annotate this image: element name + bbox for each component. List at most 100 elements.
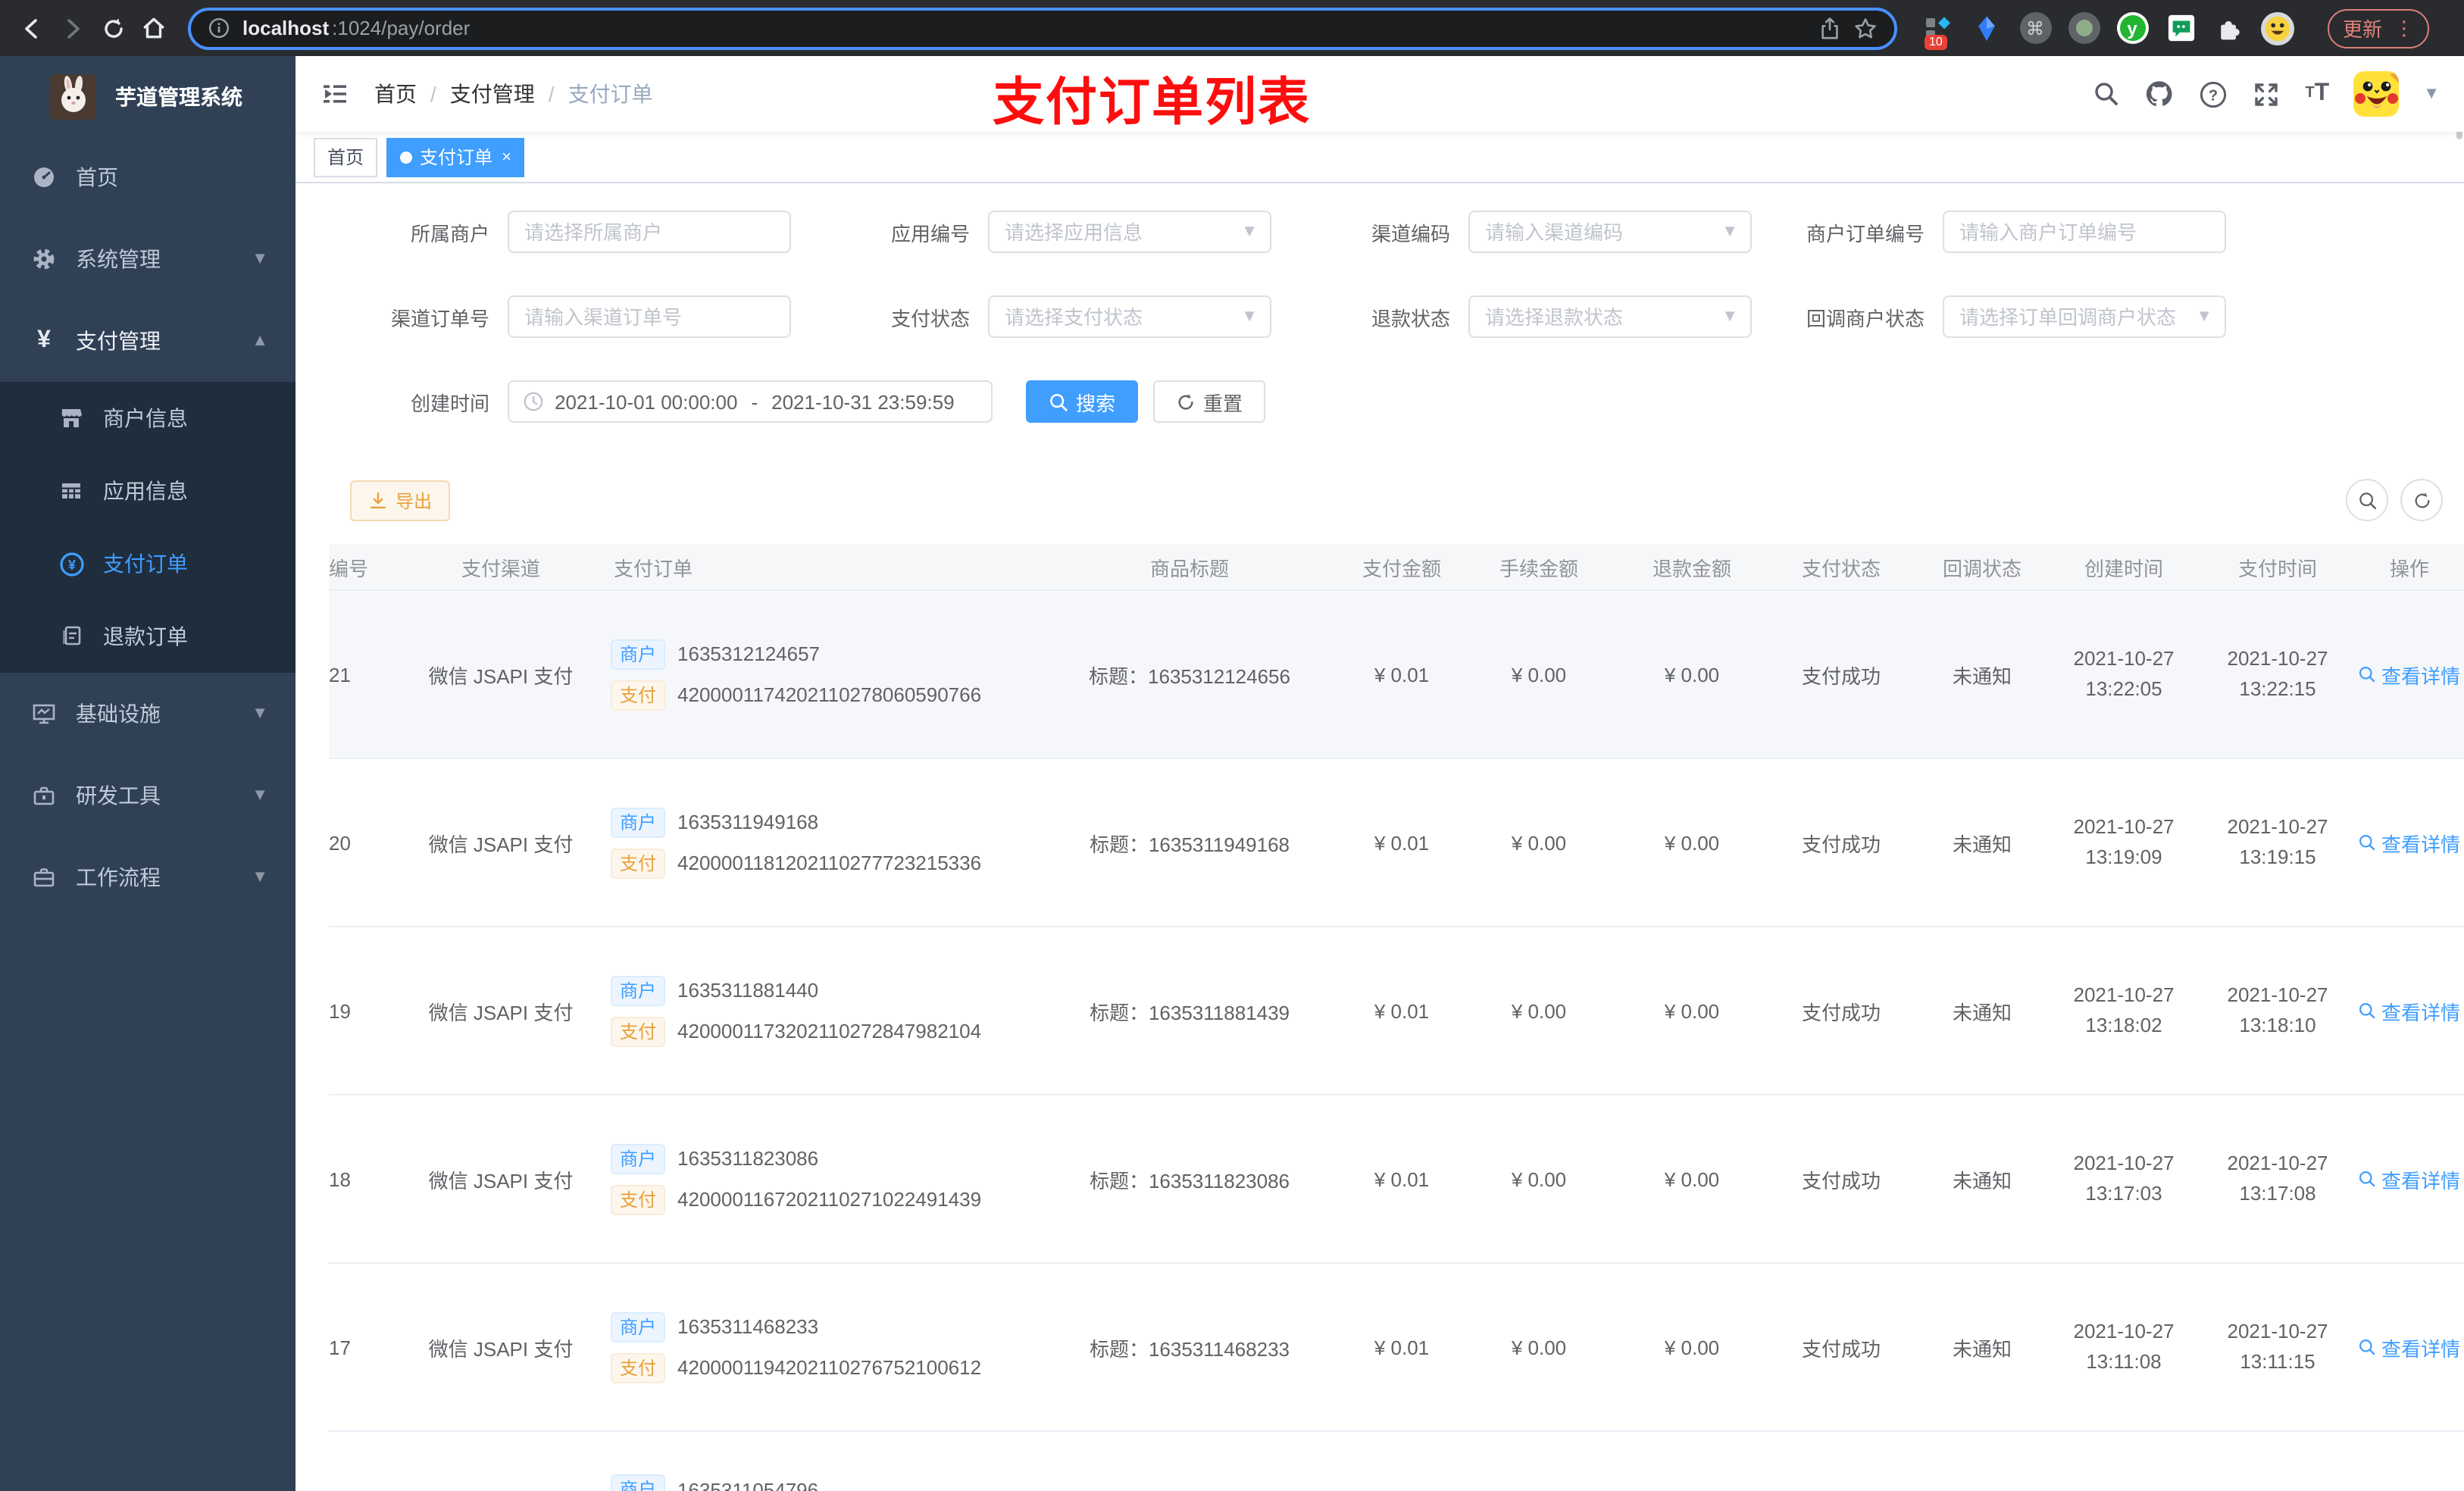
browser-forward-button[interactable] <box>53 9 91 47</box>
breadcrumb-home[interactable]: 首页 <box>374 79 417 109</box>
channel-code-filter-select[interactable] <box>1468 211 1752 253</box>
fullscreen-button[interactable] <box>2252 80 2281 108</box>
view-detail-link[interactable]: 查看详情 <box>2359 828 2460 857</box>
home-icon <box>143 17 164 39</box>
merchant-tag: 商户 <box>611 807 666 837</box>
notify-status-select[interactable] <box>1943 295 2226 338</box>
refund-status-select[interactable] <box>1468 295 1752 338</box>
font-size-button[interactable]: TT <box>2305 81 2329 106</box>
extensions-area: 10 ⌘ y 更新 ⋮ <box>1921 8 2430 49</box>
sidebar-item-pay-order[interactable]: ¥ 支付订单 <box>0 527 295 600</box>
show-search-toggle-button[interactable] <box>2346 479 2388 521</box>
reload-icon <box>104 17 122 37</box>
sidebar-item-refund-order[interactable]: 退款订单 <box>0 600 295 673</box>
date-range-end: 2021-10-31 23:59:59 <box>771 390 955 413</box>
view-detail-link[interactable]: 查看详情 <box>2359 996 2460 1025</box>
filter-merchant-order-no: 商户订单编号 <box>1776 211 2226 253</box>
merchant-filter-input[interactable] <box>508 211 791 253</box>
table-row[interactable]: 18 微信 JSAPI 支付 商户 1635311823086 支付 4200001… <box>329 1096 2464 1264</box>
column-header-title: 商品标题 <box>1149 557 1229 580</box>
channel-pay-no: 4200001194202110276752100612 <box>677 1356 982 1379</box>
sidebar-item-workflow[interactable]: 工作流程 ▼ <box>0 836 295 918</box>
pay-tag: 支付 <box>611 1016 666 1046</box>
url-bar[interactable]: localhost :1024/pay/order <box>188 7 1897 49</box>
sidebar-item-merchant-info[interactable]: 商户信息 <box>0 382 295 455</box>
merchant-tag: 商户 <box>611 639 666 669</box>
sidebar-item-label: 支付管理 <box>76 329 161 353</box>
table-row-partial[interactable]: 商户 1635311054796 <box>329 1432 2464 1491</box>
tag-home[interactable]: 首页 <box>314 137 378 177</box>
app-filter-select[interactable] <box>988 211 1271 253</box>
browser-home-button[interactable] <box>135 9 173 47</box>
merchant-tag: 商户 <box>611 975 666 1005</box>
payment-submenu: 商户信息 应用信息 ¥ 支付订单 退款订单 <box>0 382 295 673</box>
extension-y-icon[interactable]: y <box>2115 11 2149 45</box>
extension-command-icon[interactable]: ⌘ <box>2018 11 2052 45</box>
sidebar: 芋道管理系统 首页 系统管理 ▼ ¥ 支付管理 ▲ 商户信息 应用信息 ¥ 支付… <box>0 56 295 1491</box>
breadcrumb-separator: / <box>430 82 436 106</box>
cell-create-time: 2021-10-27 13:18:02 <box>2073 983 2175 1036</box>
tag-label: 支付订单 <box>420 147 493 168</box>
sidebar-item-label: 系统管理 <box>76 247 161 271</box>
cell-action: 查看详情 <box>2356 1333 2462 1361</box>
extensions-puzzle-icon[interactable] <box>2212 11 2246 45</box>
channel-order-no-input[interactable] <box>508 295 791 338</box>
avatar-caret-down-icon[interactable]: ▼ <box>2423 85 2440 103</box>
filter-label: 支付状态 <box>890 307 970 330</box>
header-search-button[interactable] <box>2093 80 2120 108</box>
sidebar-toggle-button[interactable] <box>320 79 350 109</box>
breadcrumb-current: 支付订单 <box>568 82 653 106</box>
filter-app: 应用编号 ▼ <box>852 211 1271 253</box>
table-row[interactable]: 20 微信 JSAPI 支付 商户 1635311949168 支付 4200001… <box>329 759 2464 927</box>
browser-back-button[interactable] <box>12 9 50 47</box>
table-row[interactable]: 21 微信 JSAPI 支付 商户 1635312124657 支付 4200001… <box>329 591 2464 759</box>
sidebar-item-dev-tools[interactable]: 研发工具 ▼ <box>0 755 295 836</box>
yen-icon: ¥ <box>37 327 51 353</box>
export-button[interactable]: 导出 <box>350 480 451 520</box>
help-button[interactable]: ? <box>2199 80 2228 108</box>
refresh-table-button[interactable] <box>2400 479 2443 521</box>
browser-menu-dots-icon[interactable]: ⋮ <box>2394 16 2414 40</box>
github-link-button[interactable] <box>2144 79 2175 109</box>
extension-camera-icon[interactable] <box>2067 11 2100 45</box>
sidebar-item-app-info[interactable]: 应用信息 <box>0 455 295 527</box>
cell-fee: ¥ 0.00 <box>1511 663 1567 686</box>
extension-chat-icon[interactable] <box>2164 11 2197 45</box>
sidebar-item-label: 退款订单 <box>103 624 188 649</box>
y-glyph: y <box>2116 12 2148 44</box>
tag-pay-order[interactable]: 支付订单 × <box>386 137 525 177</box>
pay-status-select[interactable] <box>988 295 1271 338</box>
cell-notify: 未通知 <box>1952 664 2012 687</box>
site-info-icon[interactable] <box>208 17 230 39</box>
merchant-order-no-input[interactable] <box>1943 211 2226 253</box>
view-detail-link[interactable]: 查看详情 <box>2359 1333 2460 1361</box>
date-range-start: 2021-10-01 00:00:00 <box>555 390 738 413</box>
view-detail-link[interactable]: 查看详情 <box>2359 660 2460 689</box>
tag-close-icon[interactable]: × <box>502 148 511 166</box>
extension-kite-icon[interactable] <box>1970 11 2003 45</box>
breadcrumb-section[interactable]: 支付管理 <box>450 79 535 109</box>
extension-badge: 10 <box>1925 34 1947 49</box>
bookmark-star-icon[interactable] <box>1853 16 1878 40</box>
sidebar-item-system[interactable]: 系统管理 ▼ <box>0 218 295 300</box>
user-avatar[interactable] <box>2353 71 2400 117</box>
sidebar-logo[interactable]: 芋道管理系统 <box>0 56 295 136</box>
table-row[interactable]: 17 微信 JSAPI 支付 商户 1635311468233 支付 4200001… <box>329 1264 2464 1432</box>
cell-pay-order: 商户 1635311949168 支付 4200001181202110277723… <box>611 796 1037 889</box>
search-button[interactable]: 搜索 <box>1026 380 1139 423</box>
reset-button[interactable]: 重置 <box>1153 380 1266 423</box>
svg-text:¥: ¥ <box>67 557 75 572</box>
share-icon[interactable] <box>1818 16 1841 40</box>
sidebar-item-infrastructure[interactable]: 基础设施 ▼ <box>0 673 295 755</box>
date-range-picker[interactable]: 2021-10-01 00:00:00 - 2021-10-31 23:59:5… <box>508 380 993 423</box>
sidebar-item-home[interactable]: 首页 <box>0 136 295 218</box>
cell-refund: ¥ 0.00 <box>1664 999 1720 1022</box>
table-row[interactable]: 19 微信 JSAPI 支付 商户 1635311881440 支付 4200001… <box>329 927 2464 1096</box>
view-detail-link[interactable]: 查看详情 <box>2359 1164 2460 1193</box>
profile-emoji-avatar[interactable] <box>2261 11 2294 45</box>
browser-reload-button[interactable] <box>94 9 132 47</box>
browser-update-button[interactable]: 更新 ⋮ <box>2328 8 2430 48</box>
extension-blocks-icon[interactable]: 10 <box>1921 11 1955 49</box>
sidebar-item-payment[interactable]: ¥ 支付管理 ▲ <box>0 300 295 382</box>
active-tag-dot <box>400 151 413 163</box>
